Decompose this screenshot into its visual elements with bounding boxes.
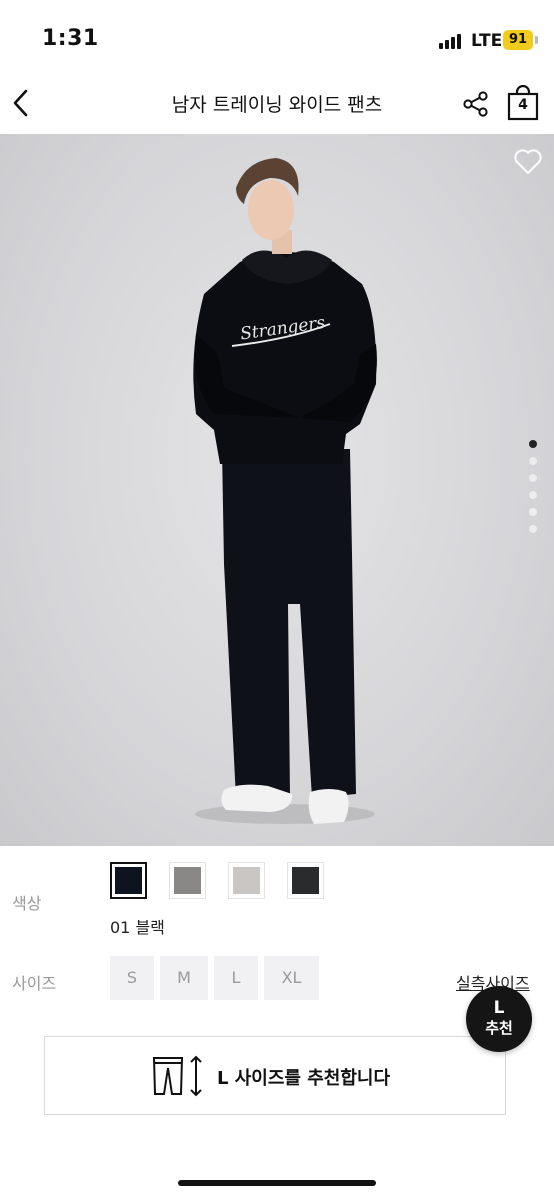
selected-color-name: 01 블랙 xyxy=(110,918,165,937)
share-icon[interactable] xyxy=(462,90,490,118)
page-title: 남자 트레이닝 와이드 팬츠 xyxy=(171,94,383,116)
cart-count-badge: 4 xyxy=(518,97,528,113)
size-recommendation-text: L 사이즈를 추천합니다 xyxy=(217,1068,391,1089)
status-bar: 1:31 LTE 91 xyxy=(0,0,554,72)
size-recommendation-box[interactable]: L 사이즈를 추천합니다 xyxy=(44,1036,506,1115)
pants-size-icon xyxy=(152,1055,202,1097)
color-label: 색상 xyxy=(12,894,42,913)
size-button-l[interactable]: L xyxy=(214,956,258,1000)
carousel-dots xyxy=(529,440,539,542)
network-type: LTE xyxy=(471,31,503,51)
product-image-gallery[interactable]: Strangers xyxy=(0,134,554,846)
color-swatch-light-gray[interactable] xyxy=(228,862,265,899)
battery-cap xyxy=(535,36,538,44)
size-label: 사이즈 xyxy=(12,974,57,993)
color-swatch-gray[interactable] xyxy=(169,862,206,899)
status-time: 1:31 xyxy=(42,26,99,51)
heart-icon[interactable] xyxy=(513,148,543,176)
carousel-dot[interactable] xyxy=(529,474,537,482)
cart-icon[interactable]: 4 xyxy=(506,85,540,121)
battery-icon: 91 xyxy=(503,30,533,50)
color-swatch-black[interactable] xyxy=(110,862,147,899)
size-button-s[interactable]: S xyxy=(110,956,154,1000)
back-icon[interactable] xyxy=(10,88,32,118)
home-indicator xyxy=(178,1180,376,1186)
fab-label: 추천 xyxy=(485,1019,513,1037)
size-button-m[interactable]: M xyxy=(160,956,208,1000)
fab-size: L xyxy=(493,998,505,1018)
carousel-dot[interactable] xyxy=(529,491,537,499)
carousel-dot[interactable] xyxy=(529,457,537,465)
product-photo: Strangers xyxy=(193,158,377,824)
signal-icon xyxy=(439,33,465,49)
nav-bar: 남자 트레이닝 와이드 팬츠 4 xyxy=(0,72,554,134)
color-swatch-fill xyxy=(292,867,319,894)
color-swatch-fill xyxy=(174,867,201,894)
color-swatch-charcoal[interactable] xyxy=(287,862,324,899)
recommended-size-fab[interactable]: L 추천 xyxy=(466,986,532,1052)
color-swatch-fill xyxy=(115,867,142,894)
carousel-dot[interactable] xyxy=(529,440,537,448)
color-swatch-fill xyxy=(233,867,260,894)
carousel-dot[interactable] xyxy=(529,508,537,516)
size-button-xl[interactable]: XL xyxy=(264,956,319,1000)
carousel-dot[interactable] xyxy=(529,525,537,533)
